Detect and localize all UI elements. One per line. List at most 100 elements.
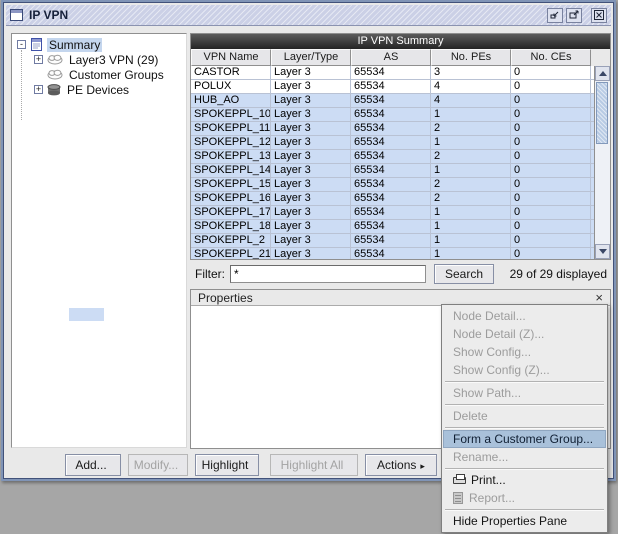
table-row[interactable]: SPOKEPPL_14 Layer 3 65534 1 0 [191, 164, 594, 178]
menu-separator [443, 402, 606, 407]
cell-layer-type: Layer 3 [271, 94, 351, 108]
cell-no-pes: 1 [431, 234, 511, 248]
cell-vpn-name: SPOKEPPL_21 [191, 248, 271, 259]
menu-item-label: Delete [453, 409, 488, 423]
menu-item[interactable]: Hide Properties Pane [443, 512, 606, 530]
scroll-up-icon[interactable] [595, 66, 610, 81]
cell-layer-type: Layer 3 [271, 66, 351, 80]
cell-no-ces: 0 [511, 220, 591, 234]
menu-item-label: Show Config (Z)... [453, 363, 550, 377]
cell-vpn-name: SPOKEPPL_18 [191, 220, 271, 234]
menu-item[interactable]: Node Detail... [443, 307, 606, 325]
menu-item-icon [453, 477, 466, 484]
menu-item-label: Print... [471, 473, 506, 487]
cell-no-ces: 0 [511, 136, 591, 150]
tree-item-pe-devices[interactable]: + PE Devices [12, 82, 186, 97]
column-header[interactable]: No. PEs [431, 49, 511, 66]
cell-layer-type: Layer 3 [271, 178, 351, 192]
scroll-down-icon[interactable] [595, 244, 610, 259]
search-button[interactable]: Search [434, 264, 494, 284]
action-button[interactable]: Modify... [128, 454, 188, 476]
menu-item[interactable]: Show Path... [443, 384, 606, 402]
cell-as: 65534 [351, 136, 431, 150]
cell-no-pes: 1 [431, 248, 511, 259]
menu-item[interactable]: Delete [443, 407, 606, 425]
column-header[interactable]: AS [351, 49, 431, 66]
selection-artifact [69, 308, 104, 321]
action-button[interactable]: Add... [65, 454, 121, 476]
cell-no-ces: 0 [511, 178, 591, 192]
column-header[interactable]: No. CEs [511, 49, 591, 66]
action-button[interactable]: Highlight All [270, 454, 358, 476]
cell-no-ces: 0 [511, 80, 591, 94]
minimize-icon[interactable] [547, 8, 563, 23]
menu-item[interactable]: Node Detail (Z)... [443, 325, 606, 343]
table-row[interactable]: SPOKEPPL_18 Layer 3 65534 1 0 [191, 220, 594, 234]
table-row[interactable]: SPOKEPPL_10 Layer 3 65534 1 0 [191, 108, 594, 122]
desktop: IP VPN - [0, 0, 618, 534]
cell-layer-type: Layer 3 [271, 234, 351, 248]
cell-no-ces: 0 [511, 234, 591, 248]
menu-item[interactable]: Rename... [443, 448, 606, 466]
table-row[interactable]: SPOKEPPL_2 Layer 3 65534 1 0 [191, 234, 594, 248]
cell-layer-type: Layer 3 [271, 192, 351, 206]
vertical-scrollbar[interactable] [594, 66, 610, 259]
tree-item-layer3-vpn[interactable]: + Layer3 VPN (29) [12, 52, 186, 67]
close-icon[interactable] [591, 8, 607, 23]
table-body: CASTOR Layer 3 65534 3 0 POLUX Layer 3 6… [191, 66, 610, 259]
table-row[interactable]: CASTOR Layer 3 65534 3 0 [191, 66, 594, 80]
table-row[interactable]: HUB_AO Layer 3 65534 4 0 [191, 94, 594, 108]
table-row[interactable]: SPOKEPPL_12 Layer 3 65534 1 0 [191, 136, 594, 150]
cell-vpn-name: CASTOR [191, 66, 271, 80]
menu-item[interactable]: Show Config (Z)... [443, 361, 606, 379]
tree-item-customer-groups[interactable]: Customer Groups [12, 67, 186, 82]
cell-vpn-name: SPOKEPPL_2 [191, 234, 271, 248]
cell-no-pes: 1 [431, 206, 511, 220]
button-label: Highlight All [281, 458, 344, 472]
tree-item-label: Customer Groups [67, 68, 166, 82]
table-row[interactable]: SPOKEPPL_16 Layer 3 65534 2 0 [191, 192, 594, 206]
menu-item-label: Show Config... [453, 345, 531, 359]
table-row[interactable]: SPOKEPPL_15 Layer 3 65534 2 0 [191, 178, 594, 192]
filter-status-text: 29 of 29 displayed [510, 267, 607, 281]
cell-no-ces: 0 [511, 66, 591, 80]
menu-separator [443, 466, 606, 471]
menu-item[interactable]: Form a Customer Group... [443, 430, 606, 448]
filter-input[interactable] [230, 265, 426, 283]
expand-expander-icon[interactable]: + [34, 55, 43, 64]
device-icon [47, 84, 61, 96]
table-row[interactable]: SPOKEPPL_11 Layer 3 65534 2 0 [191, 122, 594, 136]
collapse-expander-icon[interactable]: - [17, 40, 26, 49]
scrollbar-thumb[interactable] [596, 82, 608, 144]
menu-item[interactable]: Report... [443, 489, 606, 507]
cell-vpn-name: POLUX [191, 80, 271, 94]
table-row[interactable]: SPOKEPPL_21 Layer 3 65534 1 0 [191, 248, 594, 259]
menu-item-label: Hide Properties Pane [453, 514, 567, 528]
properties-title: Properties [198, 291, 253, 305]
table-column-headers: VPN Name Layer/Type AS No. PEs No. CEs [191, 49, 610, 66]
column-header[interactable]: Layer/Type [271, 49, 351, 66]
maximize-icon[interactable] [566, 8, 582, 23]
window-titlebar: IP VPN [6, 5, 611, 26]
tree-item-label: PE Devices [65, 83, 131, 97]
column-header[interactable]: VPN Name [191, 49, 271, 66]
expand-expander-icon[interactable]: + [34, 85, 43, 94]
tree-item-summary[interactable]: - Summary [12, 37, 186, 52]
menu-separator [443, 379, 606, 384]
menu-item[interactable]: Show Config... [443, 343, 606, 361]
table-row[interactable]: POLUX Layer 3 65534 4 0 [191, 80, 594, 94]
action-button[interactable]: Actions▸ [365, 454, 437, 476]
table-row[interactable]: SPOKEPPL_13 Layer 3 65534 2 0 [191, 150, 594, 164]
navigation-tree-panel: - Summary + Layer3 VPN (29) [11, 33, 187, 448]
menu-item-label: Report... [469, 491, 515, 505]
tree-connector-line [21, 50, 22, 120]
cell-layer-type: Layer 3 [271, 122, 351, 136]
properties-close-icon[interactable]: × [595, 291, 603, 304]
cell-as: 65534 [351, 66, 431, 80]
context-menu: Node Detail... Node Detail (Z)... Show C… [441, 304, 608, 533]
vpn-summary-table-panel: IP VPN Summary VPN Name Layer/Type AS No… [190, 33, 611, 260]
table-row[interactable]: SPOKEPPL_17 Layer 3 65534 1 0 [191, 206, 594, 220]
action-button[interactable]: Highlight [195, 454, 259, 476]
filter-bar: Filter: Search 29 of 29 displayed [190, 261, 611, 287]
menu-item[interactable]: Print... [443, 471, 606, 489]
